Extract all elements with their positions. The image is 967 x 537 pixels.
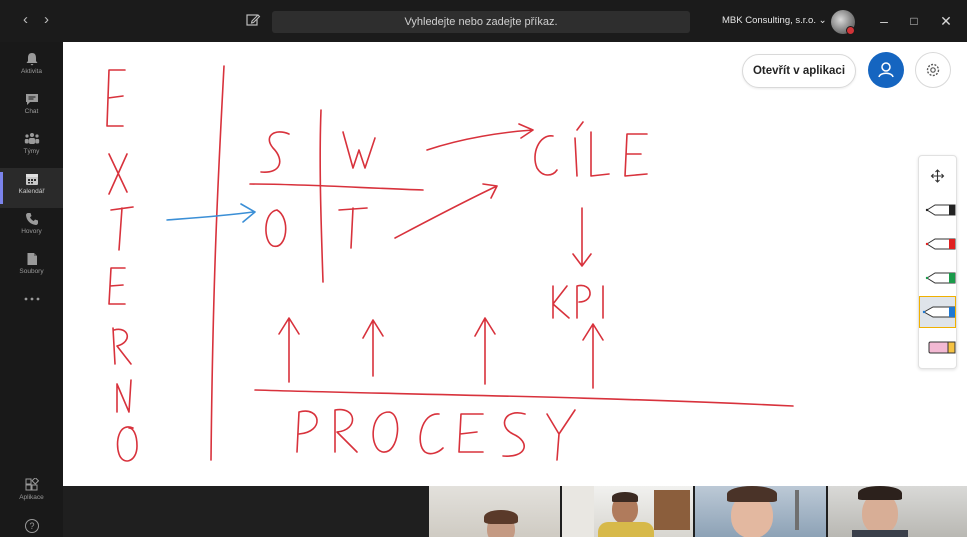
phone-icon (25, 213, 38, 225)
calendar-icon (25, 174, 38, 185)
rail-item-label: Aplikace (19, 494, 44, 501)
tool-blue-pen[interactable] (919, 296, 956, 328)
maximize-icon[interactable]: □ (903, 10, 925, 32)
ink-toolbar (918, 155, 957, 369)
rail-item-teams[interactable]: Týmy (0, 128, 63, 168)
more-icon (24, 297, 39, 301)
minimize-icon[interactable]: – (873, 10, 895, 32)
rail-item-more[interactable] (0, 292, 63, 316)
red-pen-icon (925, 238, 956, 250)
participant-video-3[interactable] (695, 486, 826, 537)
tool-eraser[interactable] (919, 332, 956, 364)
eraser-icon (928, 341, 956, 354)
tool-green-pen[interactable] (919, 262, 956, 294)
rail-item-label: Chat (24, 108, 39, 115)
blue-pen-icon (922, 306, 956, 318)
whiteboard-canvas[interactable] (63, 42, 967, 486)
open-in-app-button[interactable]: Otevřít v aplikaci (742, 54, 856, 88)
whiteboard-ink (106, 65, 794, 462)
person-icon (878, 62, 894, 78)
rail-item-files[interactable]: Soubory (0, 248, 63, 288)
rail-item-label: Týmy (23, 148, 40, 155)
file-icon (27, 253, 37, 265)
title-bar: ‹ › Vyhledejte nebo zadejte příkaz. MBK … (0, 0, 967, 42)
participant-video-strip (429, 486, 967, 537)
participant-video-4[interactable] (828, 486, 967, 537)
person-button[interactable] (868, 52, 904, 88)
help-icon: ? (24, 519, 39, 533)
green-pen-icon (925, 272, 956, 284)
apps-icon (25, 478, 39, 491)
presence-status-icon (846, 26, 855, 35)
compose-icon[interactable] (245, 12, 261, 28)
settings-button[interactable] (915, 52, 951, 88)
tool-black-pen[interactable] (919, 194, 956, 226)
tool-red-pen[interactable] (919, 228, 956, 260)
gear-icon (926, 63, 940, 77)
bell-icon (26, 53, 37, 66)
close-icon[interactable]: ✕ (935, 10, 957, 32)
org-switcher[interactable]: MBK Consulting, s.r.o. ⌄ (722, 15, 827, 27)
rail-item-label: Kalendář (18, 188, 45, 195)
black-pen-icon (925, 204, 956, 216)
rail-item-apps[interactable]: Aplikace (0, 474, 63, 514)
rail-item-calendar[interactable]: Kalendář (0, 168, 63, 208)
rail-item-calls[interactable]: Hovory (0, 208, 63, 248)
participant-video-2[interactable] (562, 486, 693, 537)
rail-item-activity[interactable]: Aktivita (0, 48, 63, 88)
rail-item-chat[interactable]: Chat (0, 88, 63, 128)
back-arrow-icon[interactable]: ‹ (23, 12, 28, 28)
rail-item-help[interactable]: ? (0, 516, 63, 536)
app-rail: Aktivita Chat Týmy Kalendář Hovory Soubo… (0, 42, 63, 537)
svg-text:?: ? (29, 521, 34, 531)
search-input[interactable]: Vyhledejte nebo zadejte příkaz. (272, 11, 690, 33)
tool-move[interactable] (919, 160, 956, 192)
chat-icon (25, 94, 38, 105)
rail-item-label: Hovory (21, 228, 42, 235)
participant-video-1[interactable] (429, 486, 560, 537)
move-icon (930, 169, 945, 183)
teams-icon (24, 133, 39, 144)
forward-arrow-icon[interactable]: › (44, 12, 49, 28)
rail-item-label: Soubory (19, 268, 44, 275)
rail-item-label: Aktivita (21, 68, 42, 75)
